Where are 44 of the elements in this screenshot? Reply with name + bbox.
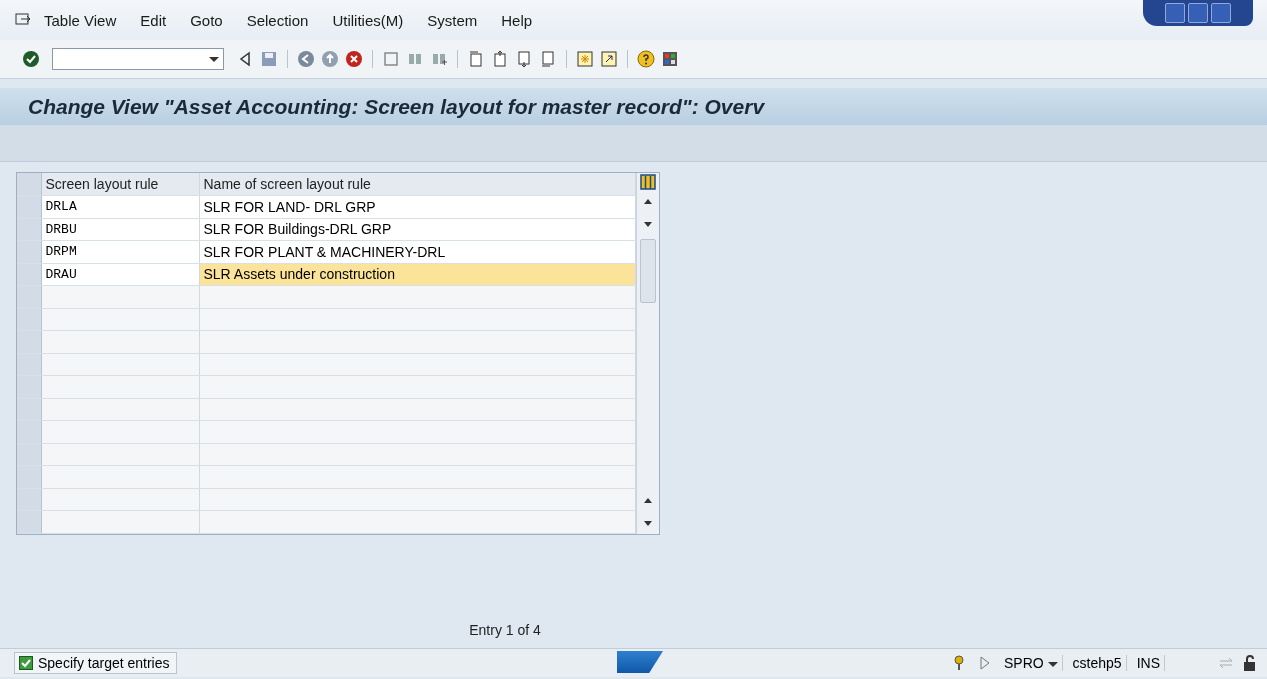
new-window-icon[interactable] — [576, 50, 594, 68]
menu-item[interactable]: System — [415, 11, 490, 29]
scroll-thumb[interactable] — [640, 239, 656, 303]
table-cell[interactable]: DRAU — [41, 263, 199, 286]
close-button[interactable] — [1211, 3, 1231, 23]
column-header[interactable]: Name of screen layout rule — [199, 173, 636, 196]
table-cell[interactable]: DRBU — [41, 218, 199, 241]
checkmark-icon[interactable] — [22, 50, 40, 68]
last-page-icon[interactable] — [539, 50, 557, 68]
cancel-icon[interactable] — [345, 50, 363, 68]
table-cell[interactable]: SLR FOR Buildings-DRL GRP — [199, 218, 636, 241]
layout-icon[interactable] — [661, 50, 679, 68]
exit-icon[interactable] — [321, 50, 339, 68]
back-icon[interactable] — [297, 50, 315, 68]
message-text: Specify target entries — [38, 655, 170, 671]
table-cell[interactable]: SLR FOR LAND- DRL GRP — [199, 195, 636, 218]
command-field[interactable] — [52, 48, 224, 70]
table-cell[interactable]: SLR FOR PLANT & MACHINERY-DRL — [199, 240, 636, 263]
shortcut-icon[interactable] — [600, 50, 618, 68]
server-name: cstehp5 — [1068, 655, 1127, 671]
menu-item[interactable]: Edit — [128, 11, 179, 29]
first-page-icon[interactable] — [467, 50, 485, 68]
input-mode[interactable]: INS — [1132, 655, 1165, 671]
help-icon[interactable] — [637, 50, 655, 68]
column-header[interactable]: Screen layout rule — [41, 173, 199, 196]
column-settings-icon[interactable] — [639, 173, 657, 191]
next-page-icon[interactable] — [515, 50, 533, 68]
logo — [617, 651, 663, 673]
menu-item[interactable]: Selection — [234, 11, 321, 29]
table-cell[interactable]: DRPM — [41, 240, 199, 263]
input-field[interactable]: SLR Assets under construction — [199, 263, 636, 286]
previous-page-icon[interactable] — [491, 50, 509, 68]
menu-item[interactable]: Table View — [32, 11, 129, 29]
table-cell[interactable]: DRLA — [41, 195, 199, 218]
transaction-code[interactable]: SPRO — [1000, 655, 1063, 671]
menu-item[interactable]: Utilities(M) — [320, 11, 416, 29]
save-icon[interactable] — [260, 50, 278, 68]
menu-item[interactable]: Help — [489, 11, 545, 29]
screen-title: Change View "Asset Accounting: Screen layout for master record": Overv — [28, 94, 765, 119]
checkbox-icon — [19, 656, 33, 670]
restore-button[interactable] — [1188, 3, 1208, 23]
minimize-button[interactable] — [1165, 3, 1185, 23]
entry-counter: Entry 1 of 4 — [469, 622, 541, 638]
menu-item[interactable]: Goto — [178, 11, 235, 29]
